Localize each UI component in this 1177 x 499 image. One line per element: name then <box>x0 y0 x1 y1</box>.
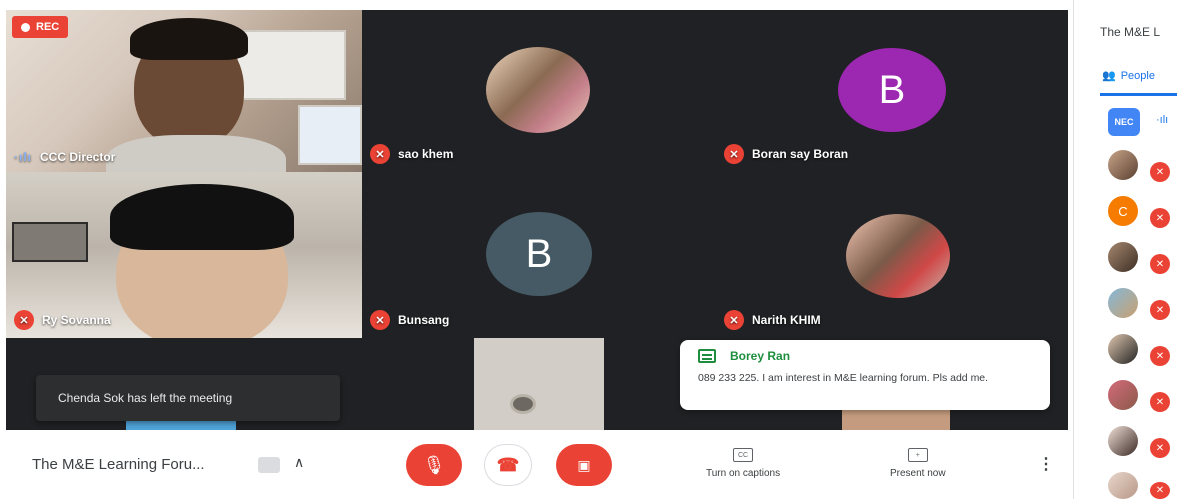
participant-avatar[interactable]: C <box>1108 196 1138 226</box>
video-tile-partial[interactable] <box>474 338 604 430</box>
tile-name-label: ✕ Bunsang <box>370 310 449 330</box>
video-tile-boran[interactable]: B ✕ Boran say Boran <box>716 10 1068 172</box>
mic-off-icon: ✕ <box>1150 208 1170 228</box>
more-vert-icon[interactable]: ⋮ <box>1038 454 1054 474</box>
bottom-control-bar: The M&E Learning Foru... ∧ 🎙 ☎ ▣ CC Turn… <box>0 430 1073 499</box>
participant-avatar[interactable] <box>1108 150 1138 180</box>
participant-shirt <box>106 135 286 172</box>
chat-message-text: 089 233 225. I am interest in M&E learni… <box>698 372 989 384</box>
wall-poster <box>236 30 346 100</box>
captions-button[interactable]: CC Turn on captions <box>706 448 780 479</box>
mic-off-icon: ✕ <box>1150 254 1170 274</box>
chevron-up-icon[interactable]: ∧ <box>294 454 304 471</box>
chat-message-popup[interactable]: Borey Ran 089 233 225. I am interest in … <box>680 340 1050 410</box>
mic-off-icon: ✕ <box>370 310 390 330</box>
mic-toggle-button[interactable]: 🎙 <box>406 444 462 486</box>
mic-off-icon: ✕ <box>370 144 390 164</box>
mic-off-icon: ✕ <box>1150 346 1170 366</box>
participant-avatar[interactable] <box>1108 288 1138 318</box>
side-panel: The M&E L 👥 People NEC ·ılı ✕ C ✕ ✕ ✕ ✕ … <box>1073 0 1177 499</box>
speaking-indicator-icon: ·ılı <box>1156 114 1169 126</box>
mic-off-icon: ✕ <box>1150 162 1170 182</box>
mic-off-icon: ✕ <box>14 310 34 330</box>
wall-picture <box>12 222 88 262</box>
camera-off-icon: ▣ <box>577 456 591 473</box>
hang-up-icon: ☎ <box>496 454 520 475</box>
hang-up-button[interactable]: ☎ <box>484 444 532 486</box>
mic-off-icon: ✕ <box>1150 438 1170 458</box>
video-tile-ry-sovanna[interactable]: ✕ Ry Sovanna <box>6 172 362 338</box>
tile-name-label: ✕ Ry Sovanna <box>14 310 111 330</box>
speaking-indicator-icon: ·ılı <box>14 150 32 164</box>
participant-hair <box>130 18 248 60</box>
participant-avatar[interactable] <box>1108 242 1138 272</box>
video-tile-partial[interactable] <box>842 408 950 430</box>
video-tile-bunsang[interactable]: B ✕ Bunsang <box>362 172 716 338</box>
tile-name-label: ✕ sao khem <box>370 144 453 164</box>
camera-toggle-button[interactable]: ▣ <box>556 444 612 486</box>
mic-off-icon: ✕ <box>1150 392 1170 412</box>
chat-sender: Borey Ran <box>730 349 791 363</box>
present-now-button[interactable]: + Present now <box>890 448 946 479</box>
recording-badge: REC <box>12 16 69 38</box>
tab-people[interactable]: 👥 People <box>1102 69 1155 83</box>
initial-avatar: B <box>486 212 592 296</box>
mic-off-icon: 🎙 <box>422 454 446 475</box>
participant-avatar[interactable] <box>1108 380 1138 410</box>
participant-avatar[interactable] <box>1108 472 1138 499</box>
chat-icon <box>698 349 716 363</box>
participant-avatar[interactable] <box>1108 334 1138 364</box>
tile-name-label: ✕ Narith KHIM <box>724 310 821 330</box>
mic-off-icon: ✕ <box>1150 300 1170 320</box>
left-meeting-toast: Chenda Sok has left the meeting <box>36 375 340 421</box>
wall-poster <box>298 105 362 165</box>
meet-window: REC ·ılı CCC Director ✕ sao khem B ✕ Bor… <box>0 0 1177 499</box>
present-screen-icon: + <box>907 448 928 462</box>
people-icon: 👥 <box>1102 70 1116 82</box>
ceiling-light <box>510 394 536 414</box>
mic-off-icon: ✕ <box>724 310 744 330</box>
meeting-info-icon[interactable] <box>258 457 280 473</box>
tile-name-label: ✕ Boran say Boran <box>724 144 848 164</box>
chat-message-header: Borey Ran <box>698 349 1032 363</box>
participant-photo-avatar <box>846 214 950 298</box>
active-tab-indicator <box>1100 93 1177 96</box>
video-tile-narith-khim[interactable]: ✕ Narith KHIM <box>716 172 1068 338</box>
participant-avatar[interactable] <box>1108 426 1138 456</box>
participant-hair <box>110 184 294 250</box>
participant-photo-avatar <box>486 47 590 133</box>
organization-logo-avatar: NEC <box>1108 108 1140 136</box>
record-dot-icon <box>21 22 30 32</box>
mic-off-icon: ✕ <box>1150 482 1170 499</box>
video-tile-ccc-director[interactable]: REC ·ılı CCC Director <box>6 10 362 172</box>
panel-meeting-title: The M&E L <box>1100 25 1161 39</box>
mic-off-icon: ✕ <box>724 144 744 164</box>
video-tile-sao-khem[interactable]: ✕ sao khem <box>362 10 716 172</box>
meeting-title[interactable]: The M&E Learning Foru... <box>32 456 205 473</box>
captions-icon: CC <box>733 448 754 462</box>
tile-name-label: ·ılı CCC Director <box>14 150 116 164</box>
initial-avatar: B <box>838 48 946 132</box>
